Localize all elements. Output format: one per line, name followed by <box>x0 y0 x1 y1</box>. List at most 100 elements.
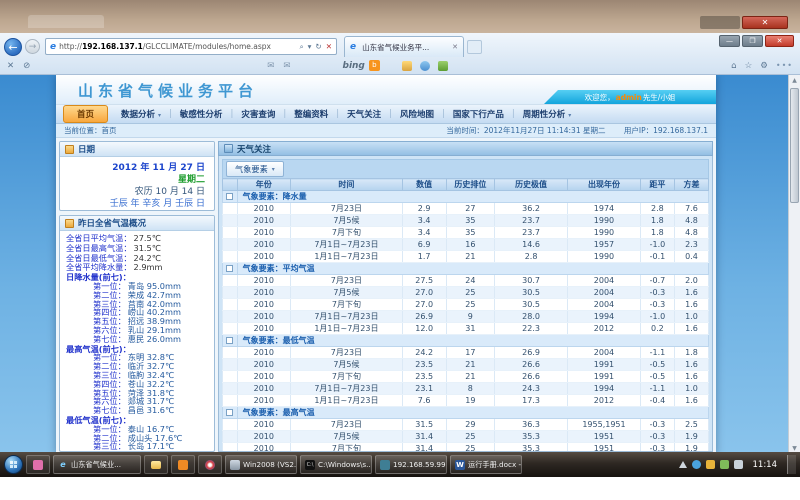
media-player-icon[interactable] <box>198 455 222 474</box>
settings-gear-icon[interactable]: ⚙ <box>760 61 768 71</box>
nav-item-3[interactable]: 灾害查询 <box>233 106 283 122</box>
nav-item-5[interactable]: 天气关注 <box>339 106 389 122</box>
checkbox[interactable] <box>226 193 233 200</box>
maximize-button[interactable]: ❐ <box>742 35 763 47</box>
browser-command-row: ✕ ⊘ ✉ ✉ bing b ⌂ ☆ ⚙ <box>0 57 800 74</box>
network-icon[interactable] <box>720 460 729 469</box>
scroll-up-icon[interactable]: ▲ <box>789 75 800 87</box>
cell: 3.4 <box>402 227 446 239</box>
home-icon[interactable]: ⌂ <box>731 61 736 71</box>
search-dropdown-icon[interactable]: ▾ <box>308 42 312 51</box>
group-header-row: 气象要素：最高气温 <box>223 407 709 419</box>
pink-icon <box>33 460 43 470</box>
close-button[interactable]: ✕ <box>765 35 794 47</box>
table-row[interactable]: 20107月23日31.52936.31955,1951-0.32.5 <box>223 419 709 431</box>
taskbar-window-button[interactable]: W运行手册.docx -... <box>450 455 522 474</box>
addon-icon-1[interactable] <box>402 61 412 71</box>
cell: 14.6 <box>495 239 568 251</box>
close-toolbar-icon[interactable]: ✕ <box>7 61 14 71</box>
table-row[interactable]: 20107月下旬23.52126.61991-0.51.6 <box>223 371 709 383</box>
calendar-title: 日期 <box>78 143 95 155</box>
url-text[interactable]: http://192.168.137.1/GLCCLIMATE/modules/… <box>59 42 299 51</box>
rank-label: 第七位： <box>93 335 126 344</box>
start-button[interactable] <box>4 455 23 474</box>
table-row[interactable]: 20107月1日~7月23日6.91614.61957-1.02.3 <box>223 239 709 251</box>
cell: 26.9 <box>495 347 568 359</box>
cell: -0.3 <box>640 431 674 443</box>
explorer-icon[interactable] <box>144 455 168 474</box>
cell: 1990 <box>568 227 641 239</box>
minimize-button[interactable]: — <box>719 35 740 47</box>
taskbar-window-button[interactable]: Win2008 (VS2... <box>225 455 297 474</box>
forward-button[interactable]: → <box>25 39 40 54</box>
table-row[interactable]: 20107月1日~7月23日26.9928.01994-1.01.0 <box>223 311 709 323</box>
table-row[interactable]: 20107月5候27.02530.52004-0.31.6 <box>223 287 709 299</box>
table-row[interactable]: 20107月23日2.92736.219742.87.6 <box>223 203 709 215</box>
table-row[interactable]: 20107月下旬31.42535.31951-0.31.9 <box>223 443 709 453</box>
nav-item-7[interactable]: 国家下行产品 <box>445 106 512 122</box>
cell: 16 <box>446 239 495 251</box>
table-row[interactable]: 20101月1日~7月23日7.61917.32012-0.41.6 <box>223 395 709 407</box>
mail-icon[interactable]: ✉ <box>267 61 274 71</box>
nav-item-1[interactable]: 数据分析▾ <box>113 106 169 122</box>
pinned-app-icon[interactable] <box>26 455 50 474</box>
row-select-cell <box>223 227 238 239</box>
taskbar: e山东省气候业... Win2008 (VS2...C:\C:\Windows\s… <box>0 452 800 477</box>
vertical-scrollbar[interactable]: ▲ ▼ <box>788 75 800 455</box>
table-row[interactable]: 20101月1日~7月23日12.03122.320120.21.6 <box>223 323 709 335</box>
table-row[interactable]: 20107月1日~7月23日23.1824.31994-1.11.0 <box>223 383 709 395</box>
nav-item-6[interactable]: 风险地图 <box>392 106 442 122</box>
favorites-star-icon[interactable]: ☆ <box>745 61 753 71</box>
blocked-icon[interactable]: ⊘ <box>23 61 30 71</box>
nav-item-4[interactable]: 整编资料 <box>286 106 336 122</box>
taskbar-window-button[interactable]: 192.168.59.99... <box>375 455 447 474</box>
cell: 7月5候 <box>291 359 403 371</box>
table-row[interactable]: 20101月1日~7月23日1.7212.81990-0.10.4 <box>223 251 709 263</box>
checkbox[interactable] <box>226 337 233 344</box>
refresh-icon[interactable]: ↻ <box>315 42 321 51</box>
chevron-down-icon: ▾ <box>158 112 161 119</box>
mail-icon-2[interactable]: ✉ <box>283 61 290 71</box>
stop-icon[interactable]: ✕ <box>326 42 332 51</box>
nav-item-8[interactable]: 周期性分析▾ <box>515 106 580 122</box>
sidebar: 日期 2012 年 11 月 27 日 星期二 农历 10 月 14 日 壬辰 … <box>59 141 215 452</box>
tab-close-icon[interactable]: ✕ <box>452 43 458 51</box>
table-row[interactable]: 20107月下旬27.02530.52004-0.31.6 <box>223 299 709 311</box>
taskbar-window-button[interactable]: e山东省气候业... <box>53 455 141 474</box>
table-row[interactable]: 20107月5候31.42535.31951-0.31.9 <box>223 431 709 443</box>
cell: 1月1日~7月23日 <box>291 323 403 335</box>
addon-icon-2[interactable] <box>420 61 430 71</box>
checkbox[interactable] <box>226 409 233 416</box>
nav-item-0[interactable]: 首页 <box>63 105 108 123</box>
taskbar-clock[interactable]: 11:14 <box>753 460 778 470</box>
table-row[interactable]: 20107月5候3.43523.719901.84.8 <box>223 215 709 227</box>
show-desktop-button[interactable] <box>787 455 796 474</box>
addon-icon-3[interactable] <box>438 61 448 71</box>
table-row[interactable]: 20107月5候23.52126.61991-0.51.6 <box>223 359 709 371</box>
nav-item-2[interactable]: 敏感性分析 <box>172 106 231 122</box>
taskbar-window-button[interactable]: C:\C:\Windows\s... <box>300 455 372 474</box>
element-filter-button[interactable]: 气象要素 ▾ <box>226 161 284 177</box>
browser-tab[interactable]: e 山东省气候业务平... ✕ <box>344 36 464 57</box>
address-bar[interactable]: e http://192.168.137.1/GLCCLIMATE/module… <box>45 38 337 55</box>
table-row[interactable]: 20107月23日24.21726.92004-1.11.8 <box>223 347 709 359</box>
table-row[interactable]: 20107月23日27.52430.72004-0.72.0 <box>223 275 709 287</box>
new-tab-button[interactable] <box>467 40 482 54</box>
bing-widget[interactable]: bing b <box>343 60 380 71</box>
more-dots-icon[interactable]: ••• <box>776 61 793 70</box>
action-center-icon[interactable] <box>706 460 715 469</box>
table-row[interactable]: 20107月下旬3.43523.719901.84.8 <box>223 227 709 239</box>
search-icon[interactable]: ⌕ <box>299 42 303 52</box>
cell: 25 <box>446 299 495 311</box>
scrollbar-thumb[interactable] <box>790 88 799 203</box>
checkbox[interactable] <box>226 265 233 272</box>
desktop-background: ✕ <box>0 0 800 33</box>
show-hidden-icons-icon[interactable] <box>679 461 687 468</box>
cell: -1.0 <box>640 311 674 323</box>
back-button[interactable]: ← <box>4 38 22 56</box>
volume-icon[interactable] <box>734 460 743 469</box>
pinned-app-orange-icon[interactable] <box>171 455 195 474</box>
tray-app-icon[interactable] <box>692 460 701 469</box>
background-close-button[interactable]: ✕ <box>742 16 788 29</box>
url-host: 192.168.137.1 <box>82 42 143 51</box>
